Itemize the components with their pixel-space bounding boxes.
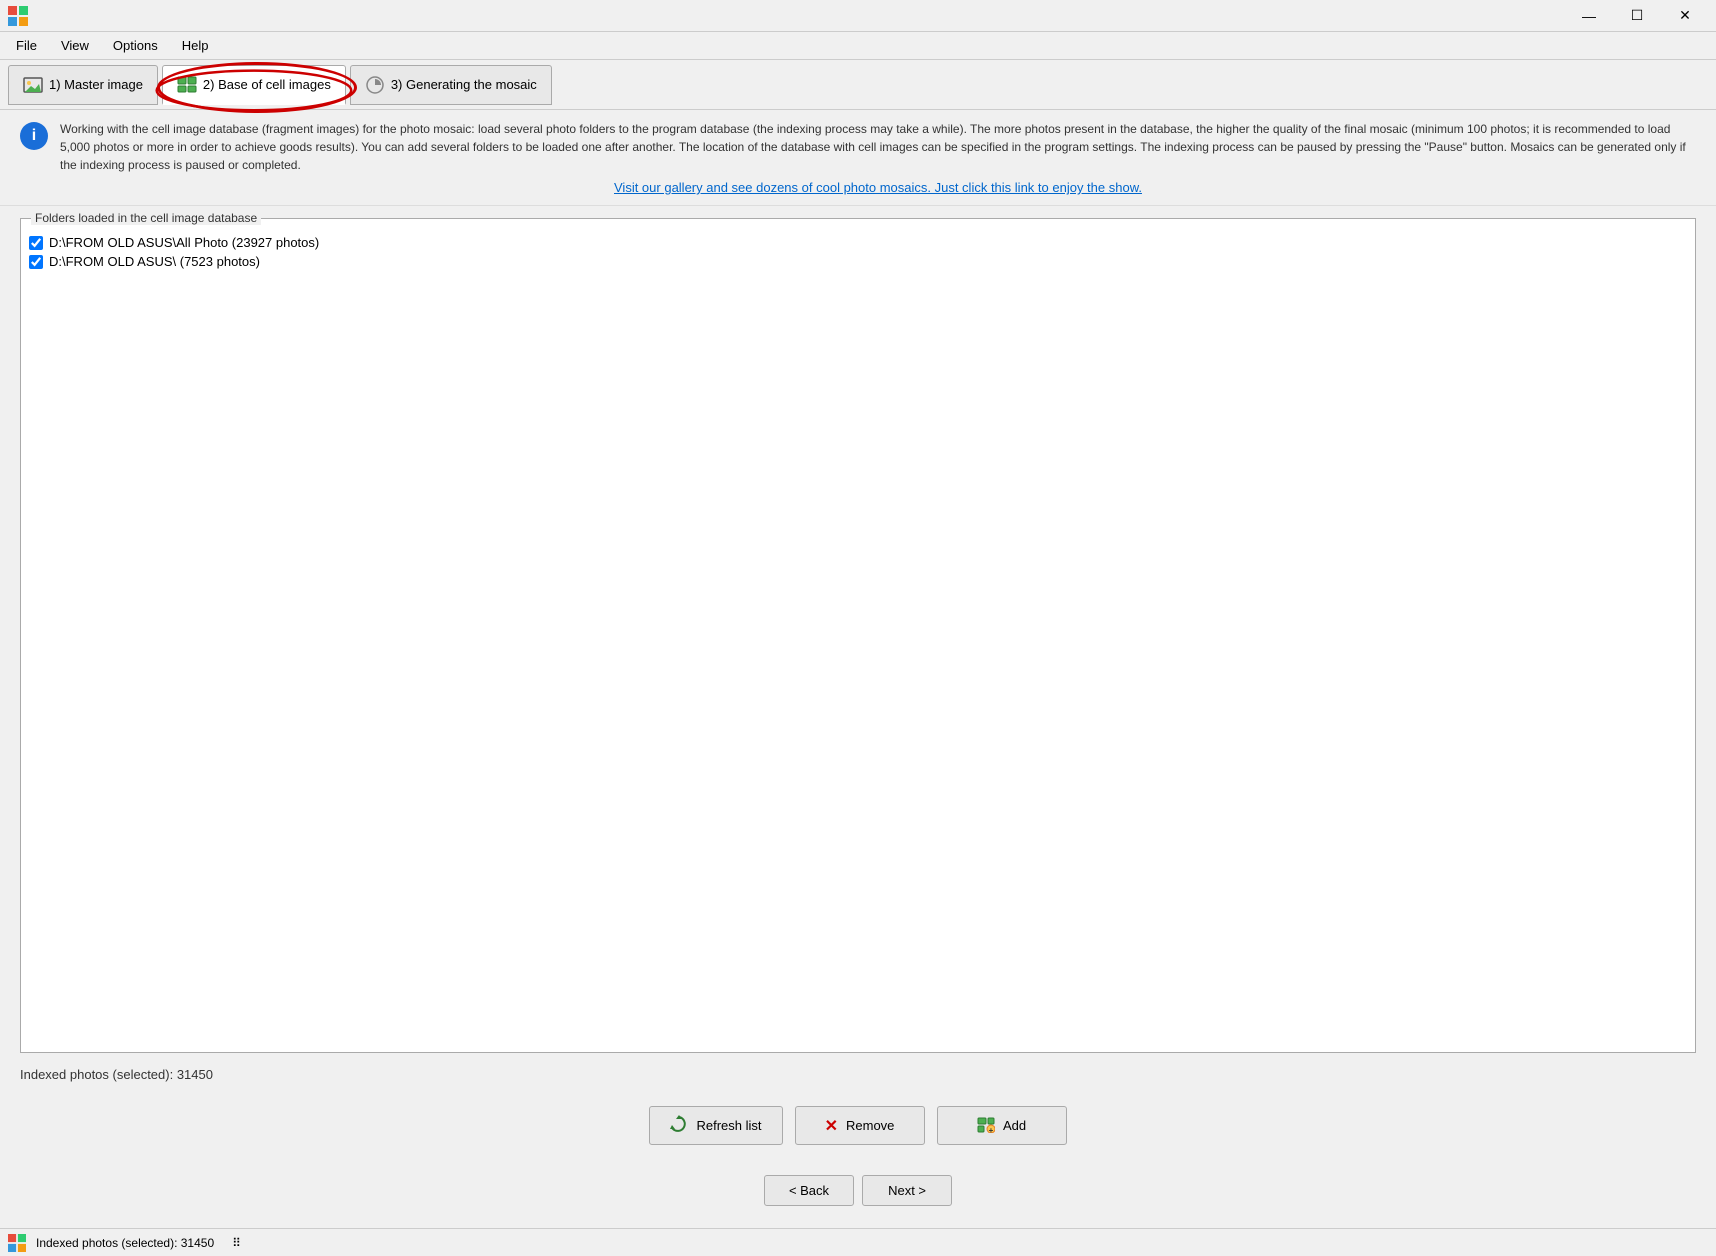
svg-text:+: + [989,1126,994,1133]
folder-group-box: Folders loaded in the cell image databas… [20,218,1696,1053]
add-button[interactable]: + Add [937,1106,1067,1145]
folder-list-area[interactable]: D:\FROM OLD ASUS\All Photo (23927 photos… [21,227,1695,1052]
status-icon [8,1234,26,1252]
remove-icon: ✕ [825,1116,838,1136]
app-icon [8,6,28,26]
toolbar: 1) Master image 2) Base of cell images 3… [0,60,1716,110]
menu-options[interactable]: Options [101,34,170,57]
folder-group-title: Folders loaded in the cell image databas… [31,211,261,225]
title-bar-left [8,6,28,26]
refresh-icon [670,1115,688,1136]
main-content: Folders loaded in the cell image databas… [0,206,1716,1228]
folder-path-0: D:\FROM OLD ASUS\All Photo (23927 photos… [49,235,319,250]
tab2-label: 2) Base of cell images [203,77,331,92]
indexed-photos-label: Indexed photos (selected): 31450 [20,1063,1696,1086]
status-bar: Indexed photos (selected): 31450 ⠿ [0,1228,1716,1256]
menu-bar: File View Options Help [0,32,1716,60]
next-button[interactable]: Next > [862,1175,952,1206]
menu-file[interactable]: File [4,34,49,57]
folder-checkbox-0[interactable] [29,236,43,250]
add-icon: + [977,1115,995,1136]
info-section: i Working with the cell image database (… [0,110,1716,206]
folder-path-1: D:\FROM OLD ASUS\ (7523 photos) [49,254,260,269]
tab-base-cell-images[interactable]: 2) Base of cell images [162,65,346,105]
menu-help[interactable]: Help [170,34,221,57]
close-button[interactable]: ✕ [1662,1,1708,31]
back-button[interactable]: < Back [764,1175,854,1206]
status-label: Indexed photos (selected): 31450 [36,1236,214,1250]
tab3-icon [365,75,385,95]
title-bar: — ☐ ✕ [0,0,1716,32]
refresh-list-label: Refresh list [696,1118,761,1133]
minimize-button[interactable]: — [1566,1,1612,31]
action-buttons: Refresh list ✕ Remove + Add [20,1096,1696,1155]
tab1-icon [23,75,43,95]
tab-generating-mosaic[interactable]: 3) Generating the mosaic [350,65,552,105]
remove-button[interactable]: ✕ Remove [795,1106,925,1145]
nav-buttons: < Back Next > [20,1165,1696,1216]
info-icon: i [20,122,48,150]
status-spinner: ⠿ [232,1236,241,1250]
menu-view[interactable]: View [49,34,101,57]
tab-master-image[interactable]: 1) Master image [8,65,158,105]
title-bar-controls: — ☐ ✕ [1566,1,1708,31]
add-label: Add [1003,1118,1026,1133]
folder-item-1: D:\FROM OLD ASUS\ (7523 photos) [25,252,1691,271]
tab3-label: 3) Generating the mosaic [391,77,537,92]
info-text: Working with the cell image database (fr… [60,120,1696,174]
maximize-button[interactable]: ☐ [1614,1,1660,31]
remove-label: Remove [846,1118,894,1133]
tab2-icon [177,74,197,94]
refresh-list-button[interactable]: Refresh list [649,1106,782,1145]
folder-item-0: D:\FROM OLD ASUS\All Photo (23927 photos… [25,233,1691,252]
folder-checkbox-1[interactable] [29,255,43,269]
tab1-label: 1) Master image [49,77,143,92]
gallery-link[interactable]: Visit our gallery and see dozens of cool… [60,180,1696,195]
